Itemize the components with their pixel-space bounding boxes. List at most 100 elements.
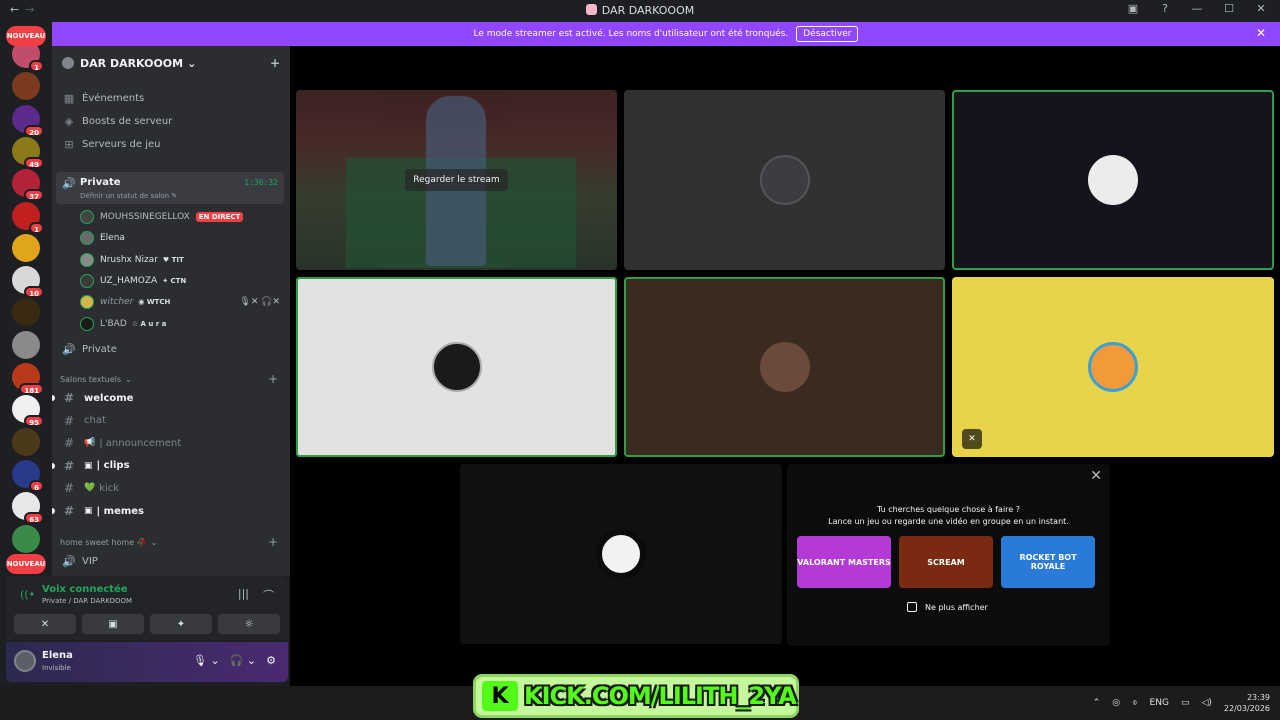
nav-label: Boosts de serveur xyxy=(82,115,173,127)
nav-game-servers[interactable]: ⊞ Serveurs de jeu xyxy=(60,134,282,154)
stream-tile[interactable]: Regarder le stream xyxy=(296,90,617,270)
inbox-icon[interactable]: ▣ xyxy=(1124,2,1142,15)
voice-connected-subtitle[interactable]: Private / DAR DARKOOOM xyxy=(42,597,132,605)
avatar xyxy=(80,252,94,267)
voice-connection-panel: ((• Voix connectée Private / DAR DARKOOO… xyxy=(6,576,288,640)
share-screen-button[interactable]: ▣ xyxy=(82,614,144,634)
voice-channel-private[interactable]: 🔊 Private 1:36:32 Définir un statut de s… xyxy=(56,172,284,204)
server-icon[interactable] xyxy=(12,233,40,262)
voice-member[interactable]: L'BAD ☆ A u r a xyxy=(80,315,284,333)
participant-tile[interactable] xyxy=(624,90,945,270)
microphone-icon[interactable]: 🎙 ⌄ xyxy=(193,654,220,667)
activity-card[interactable]: ROCKET BOT ROYALE xyxy=(1001,536,1095,588)
tray-overflow-icon[interactable]: ⌃ xyxy=(1093,698,1101,708)
avatar xyxy=(759,342,810,392)
server-icon[interactable]: 95 xyxy=(12,395,44,428)
clock[interactable]: 23:39 22/03/2026 xyxy=(1224,692,1270,714)
text-channel[interactable]: # ▣ | memes xyxy=(52,501,282,521)
category-text-channels[interactable]: Salons textuels ⌄ + xyxy=(60,372,282,386)
hash-icon: # xyxy=(63,458,75,473)
server-icon[interactable]: 63 xyxy=(12,492,44,525)
language-indicator[interactable]: ENG xyxy=(1150,698,1169,708)
text-channel[interactable]: # ▣ | clips xyxy=(52,456,282,476)
server-icon[interactable]: 49 xyxy=(12,136,44,169)
participant-tile[interactable] xyxy=(624,277,945,457)
back-arrow-icon[interactable]: ← xyxy=(10,3,19,16)
voice-member[interactable]: UZ_HAMOZA ✦ CTN xyxy=(80,272,284,290)
server-icon[interactable]: 10 xyxy=(12,266,44,299)
text-channel[interactable]: # chat xyxy=(60,411,282,431)
maximize-icon[interactable]: ☐ xyxy=(1220,2,1238,15)
soundboard-button[interactable]: ☼ xyxy=(218,614,280,634)
discord-window: ← → DAR DARKOOOM ▣ ? — ☐ ✕ NOUVEAU NOUVE… xyxy=(0,0,1280,720)
server-icon xyxy=(585,4,597,15)
unread-count-badge: 49 xyxy=(24,156,44,169)
watch-stream-button[interactable]: Regarder le stream xyxy=(405,169,508,191)
disconnect-icon[interactable]: ⌒ xyxy=(263,587,274,603)
server-icon[interactable]: 1 xyxy=(12,201,44,234)
volume-icon[interactable]: ◁) xyxy=(1201,698,1211,708)
checkbox-icon xyxy=(907,602,917,612)
dont-show-again-checkbox[interactable]: Ne plus afficher xyxy=(907,602,988,612)
voice-channel-private-2[interactable]: 🔊 Private xyxy=(60,339,282,359)
set-channel-status[interactable]: Définir un statut de salon ✎ xyxy=(80,192,177,200)
microphone-tray-icon[interactable]: ⌽ xyxy=(1132,698,1137,708)
server-icon[interactable] xyxy=(12,330,40,359)
text-channel[interactable]: # 📢 | announcement xyxy=(60,433,282,453)
member-name: UZ_HAMOZA xyxy=(100,275,158,286)
server-icon[interactable] xyxy=(12,298,40,327)
steam-icon[interactable]: ◎ xyxy=(1112,698,1120,708)
activity-card[interactable]: SCREAM xyxy=(899,536,993,588)
nav-server-boosts[interactable]: ◈ Boosts de serveur xyxy=(60,111,282,131)
server-icon[interactable]: 20 xyxy=(12,104,44,137)
participant-tile[interactable] xyxy=(952,90,1274,270)
voice-member[interactable]: Nrushx Nizar ♥ TIT xyxy=(80,251,284,269)
voice-member[interactable]: witcher ◉ WTCH 🎙✕ 🎧✕ xyxy=(80,293,284,311)
network-icon[interactable]: ▭ xyxy=(1181,698,1190,708)
minimize-icon[interactable]: — xyxy=(1188,2,1206,15)
settings-gear-icon[interactable]: ⚙ xyxy=(266,654,276,667)
voice-member[interactable]: MOUHSSINEGELLOX EN DIRECT xyxy=(80,208,284,226)
member-name: L'BAD xyxy=(100,318,127,329)
nav-events[interactable]: ▦ Événements xyxy=(60,88,282,108)
add-channel-icon[interactable]: + xyxy=(268,535,278,549)
forward-arrow-icon[interactable]: → xyxy=(25,3,34,16)
voice-member[interactable]: Elena xyxy=(80,229,284,247)
participant-tile[interactable]: ✕ xyxy=(952,277,1274,457)
avatar xyxy=(1088,155,1138,205)
window-title-text: DAR DARKOOOM xyxy=(601,4,695,17)
participant-tile[interactable] xyxy=(460,464,782,644)
voice-channel-vip[interactable]: 🔊 VIP xyxy=(60,551,282,571)
camera-off-button[interactable]: ✕ xyxy=(14,614,76,634)
invite-people-icon[interactable]: + xyxy=(270,56,280,70)
add-channel-icon[interactable]: + xyxy=(268,372,278,386)
close-banner-icon[interactable]: ✕ xyxy=(1256,26,1266,40)
category-home-sweet-home[interactable]: home sweet home 🥀 ⌄ + xyxy=(60,535,282,549)
text-channel[interactable]: # 💚 kick xyxy=(60,478,282,498)
unread-count-badge: 37 xyxy=(24,189,44,202)
category-label: Salons textuels xyxy=(60,374,122,384)
avatar[interactable] xyxy=(14,650,36,672)
noise-suppression-icon[interactable]: ||| xyxy=(238,587,249,603)
participant-tile[interactable] xyxy=(296,277,617,457)
server-icon[interactable]: 181 xyxy=(12,363,44,395)
help-icon[interactable]: ? xyxy=(1156,2,1174,15)
server-header[interactable]: DAR DARKOOOM ⌄ + xyxy=(52,46,290,80)
server-icon[interactable] xyxy=(12,72,40,101)
hash-icon: # xyxy=(63,504,75,518)
channel-name: welcome xyxy=(84,392,134,404)
disable-streamer-mode-button[interactable]: Désactiver xyxy=(796,26,859,42)
server-icon[interactable]: 37 xyxy=(12,169,44,202)
activities-button[interactable]: ✦ xyxy=(150,614,212,634)
member-name: witcher xyxy=(100,297,134,308)
text-channel[interactable]: # welcome xyxy=(52,388,282,408)
unread-count-badge: 6 xyxy=(29,479,44,492)
server-icon[interactable]: 6 xyxy=(12,459,44,492)
close-window-icon[interactable]: ✕ xyxy=(1252,2,1270,15)
close-icon[interactable]: ✕ xyxy=(1090,468,1102,484)
server-icon[interactable] xyxy=(12,524,40,553)
activity-card[interactable]: VALORANT MASTERS xyxy=(797,536,891,588)
server-icon[interactable] xyxy=(12,427,40,456)
headphones-icon[interactable]: 🎧 ⌄ xyxy=(230,654,256,667)
member-name: MOUHSSINEGELLOX xyxy=(100,212,190,222)
